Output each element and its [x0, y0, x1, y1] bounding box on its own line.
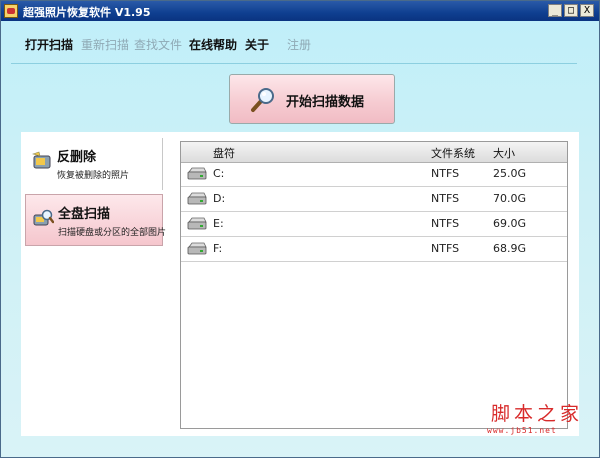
menu-rescan[interactable]: 重新扫描 [81, 36, 129, 53]
column-header-drive[interactable]: 盘符 [213, 145, 235, 161]
mode-full-scan-subtitle: 扫描硬盘或分区的全部图片 [58, 228, 167, 238]
mode-undelete-title: 反删除 [57, 150, 97, 165]
column-header-size[interactable]: 大小 [493, 145, 515, 161]
title-bar[interactable]: 超强照片恢复软件 V1.95 _ □ X [1, 1, 599, 21]
drive-size: 25.0G [493, 167, 527, 180]
menu-find-file[interactable]: 查找文件 [134, 36, 182, 53]
hard-drive-icon [187, 192, 207, 205]
drive-row[interactable]: C: NTFS 25.0G [181, 162, 567, 187]
app-window: 超强照片恢复软件 V1.95 _ □ X 打开扫描 重新扫描 查找文件 在线帮助… [0, 0, 600, 458]
start-scan-button[interactable]: 开始扫描数据 [229, 74, 395, 124]
app-icon [4, 4, 18, 18]
mode-full-scan-title: 全盘扫描 [58, 207, 111, 222]
drive-letter: C: [213, 167, 225, 180]
full-scan-icon [33, 209, 54, 226]
menu-online-help[interactable]: 在线帮助 [189, 36, 237, 53]
menu-open-scan[interactable]: 打开扫描 [25, 36, 73, 53]
drive-filesystem: NTFS [431, 217, 460, 230]
menu-divider [11, 63, 577, 64]
window-title: 超强照片恢复软件 V1.95 [23, 6, 151, 19]
drive-size: 70.0G [493, 192, 527, 205]
menu-about[interactable]: 关于 [245, 36, 269, 53]
minimize-button[interactable]: _ [548, 4, 562, 17]
mode-undelete-subtitle: 恢复被删除的照片 [57, 171, 130, 181]
drive-row[interactable]: F: NTFS 68.9G [181, 237, 567, 262]
hard-drive-icon [187, 242, 207, 255]
drive-letter: E: [213, 217, 224, 230]
watermark-url: www.jb51.net [487, 426, 557, 435]
drive-filesystem: NTFS [431, 242, 460, 255]
drive-list-header: 盘符 文件系统 大小 [181, 142, 567, 163]
menu-register[interactable]: 注册 [287, 36, 311, 53]
drive-size: 68.9G [493, 242, 527, 255]
hard-drive-icon [187, 217, 207, 230]
hard-drive-icon [187, 167, 207, 180]
mode-full-scan[interactable]: 全盘扫描 扫描硬盘或分区的全部图片 [25, 194, 167, 246]
drive-list: 盘符 文件系统 大小 C: NTFS 25.0G D: NTFS 70.0G E… [180, 141, 568, 429]
drive-letter: D: [213, 192, 226, 205]
drive-row[interactable]: D: NTFS 70.0G [181, 187, 567, 212]
drive-letter: F: [213, 242, 223, 255]
drive-row[interactable]: E: NTFS 69.0G [181, 212, 567, 237]
start-scan-label: 开始扫描数据 [286, 95, 365, 110]
main-panel: 反删除 恢复被删除的照片 全盘扫描 扫描硬盘或分区的全部图片 盘符 文件系统 大… [21, 132, 579, 436]
drive-size: 69.0G [493, 217, 527, 230]
maximize-button[interactable]: □ [564, 4, 578, 17]
drive-filesystem: NTFS [431, 167, 460, 180]
watermark: 脚本之家 www.jb51.net [487, 399, 584, 435]
undelete-icon [31, 151, 51, 169]
watermark-main: 脚本之家 [491, 403, 584, 425]
mode-undelete[interactable]: 反删除 恢复被删除的照片 [25, 138, 163, 190]
drive-filesystem: NTFS [431, 192, 460, 205]
menu-bar: 打开扫描 重新扫描 查找文件 在线帮助 关于 注册 [1, 27, 599, 61]
close-button[interactable]: X [580, 4, 594, 17]
column-header-filesystem[interactable]: 文件系统 [431, 145, 475, 161]
magnifier-icon [251, 88, 274, 112]
